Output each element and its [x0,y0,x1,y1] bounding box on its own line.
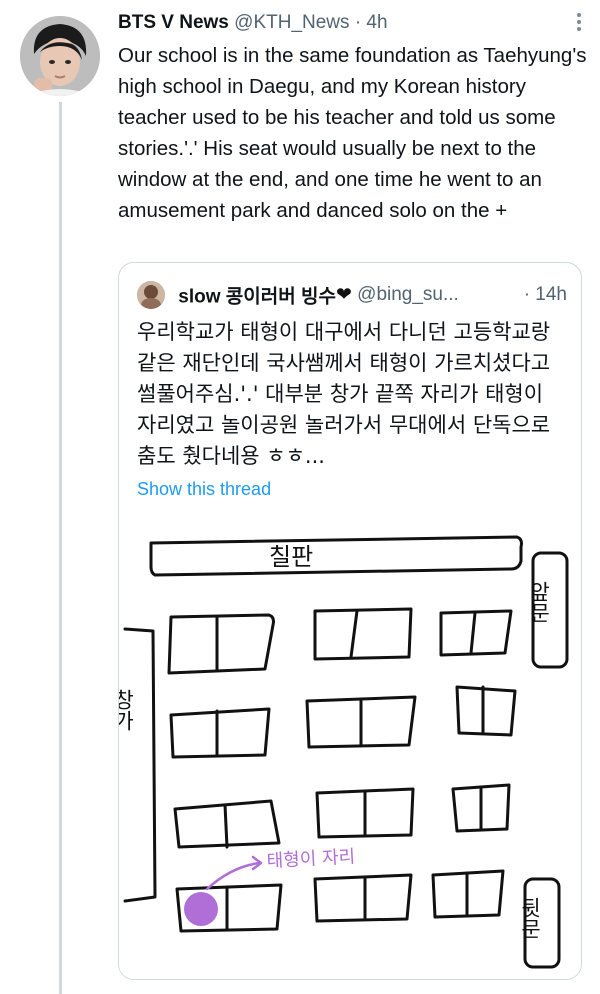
profile-photo [20,16,100,96]
quoted-author-name[interactable]: slow 콩이러버 빙수 [178,287,336,308]
separator-dot: · [354,12,362,33]
quoted-separator-dot: · [523,284,531,305]
quoted-tweet[interactable]: slow 콩이러버 빙수❤ @bing_su... · 14h 우리학교가 태형… [118,262,582,980]
back-door-label: 뒷문 [518,897,542,939]
quoted-timestamp[interactable]: 14h [535,284,567,305]
thread-connector-line [59,102,62,994]
quoted-avatar[interactable] [137,281,165,309]
quoted-tweet-header: slow 콩이러버 빙수❤ @bing_su... · 14h [137,281,577,309]
classroom-seating-drawing[interactable]: 칠판 앞문 뒷문 창가 태형이 자리 [119,517,581,979]
show-thread-link[interactable]: Show this thread [137,479,271,500]
avatar[interactable] [20,16,100,96]
author-handle[interactable]: @KTH_News [234,12,349,33]
heart-icon: ❤ [335,284,352,306]
tweet-text: Our school is in the same foundation as … [118,44,587,222]
blackboard-label: 칠판 [269,543,313,571]
quoted-author-handle[interactable]: @bing_su... [357,284,459,305]
more-options-icon[interactable] [576,10,582,32]
quoted-profile-photo [137,281,165,309]
window-label: 창가 [119,689,135,731]
author-name[interactable]: BTS V News [118,12,229,33]
front-door-label: 앞문 [527,581,551,623]
quoted-tweet-text: 우리학교가 태형이 대구에서 다니던 고등학교랑 같은 재단인데 국사쌤께서 태… [137,320,551,468]
taehyung-seat-marker [184,892,218,926]
tweet-timestamp[interactable]: 4h [366,12,387,33]
tweet-header: BTS V News @KTH_News · 4h [118,12,580,38]
